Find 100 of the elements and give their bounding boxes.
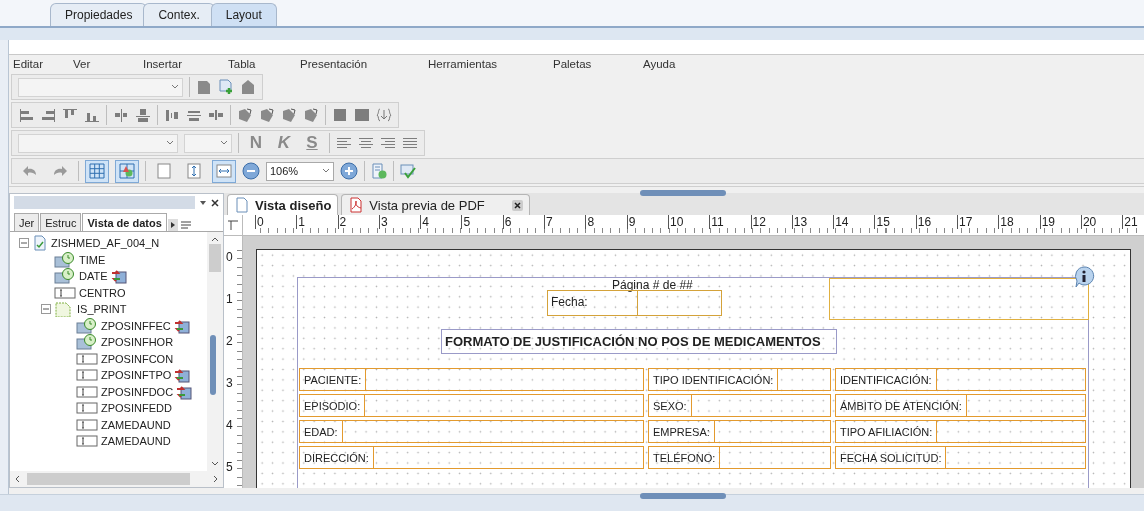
- align-right-icon[interactable]: [380, 135, 396, 151]
- scroll-down-icon[interactable]: [211, 461, 219, 467]
- add-document-icon[interactable]: [218, 79, 234, 95]
- resize-icon[interactable]: [303, 107, 319, 123]
- dropdown-caret-icon[interactable]: [220, 140, 228, 146]
- tree-item[interactable]: ZPOSINFDOC: [101, 385, 174, 398]
- zoom-in-icon[interactable]: [340, 162, 358, 180]
- form-field[interactable]: TIPO AFILIACIÓN:: [835, 420, 1086, 443]
- splitter-handle[interactable]: [640, 190, 726, 196]
- menu-item[interactable]: Ayuda: [643, 58, 703, 70]
- menu-item[interactable]: Insertar: [143, 58, 228, 70]
- field-label: FECHA SOLICITUD:: [836, 447, 947, 468]
- scrollbar-thumb[interactable]: [27, 473, 190, 485]
- justify-icon[interactable]: [402, 135, 418, 151]
- spellcheck-icon[interactable]: [400, 163, 416, 179]
- tab[interactable]: Layout: [210, 3, 277, 26]
- scroll-up-icon[interactable]: [211, 236, 219, 242]
- menu-item[interactable]: Tabla: [228, 58, 300, 70]
- dropdown-caret-icon[interactable]: [171, 84, 179, 90]
- redo-icon: [52, 163, 68, 179]
- toolbar-button[interactable]: [212, 159, 236, 183]
- collapse-icon[interactable]: [19, 238, 29, 249]
- field-label: EPISODIO:: [300, 395, 366, 416]
- form-field[interactable]: IDENTIFICACIÓN:: [835, 368, 1086, 391]
- tree-item[interactable]: DATE: [79, 270, 108, 283]
- info-icon[interactable]: [1072, 265, 1096, 289]
- brace-arrow-icon[interactable]: [376, 107, 392, 123]
- tab[interactable]: Estruc: [40, 213, 82, 231]
- align-left-icon[interactable]: [18, 107, 34, 123]
- splitter-handle[interactable]: [210, 335, 216, 395]
- zoom-out-icon[interactable]: [242, 162, 260, 180]
- tab[interactable]: Vista de datos: [82, 213, 167, 231]
- form-field[interactable]: TELÉFONO:: [648, 446, 831, 469]
- center-horizontal-icon[interactable]: [113, 107, 129, 123]
- tree-item[interactable]: ZPOSINFTPO: [101, 369, 172, 382]
- scroll-right-icon[interactable]: [167, 219, 178, 231]
- ruler-number: 3: [378, 215, 421, 229]
- toolbar-button[interactable]: [115, 159, 139, 183]
- resize-icon[interactable]: [281, 107, 297, 123]
- menu-item[interactable]: Editar: [13, 58, 73, 70]
- menu-item[interactable]: Ver: [73, 58, 143, 70]
- close-icon[interactable]: [211, 198, 219, 207]
- collapse-icon[interactable]: [41, 304, 51, 315]
- scroll-left-icon[interactable]: [14, 475, 20, 483]
- tree-item[interactable]: ZAMEDAUND: [101, 418, 171, 431]
- field-label: TIPO IDENTIFICACIÓN:: [649, 369, 779, 390]
- tree-item[interactable]: TIME: [79, 253, 106, 266]
- zoom-field[interactable]: 106%: [266, 161, 334, 181]
- align-left-icon[interactable]: [336, 135, 352, 151]
- form-field[interactable]: SEXO:: [648, 394, 831, 417]
- panel-menu-icon[interactable]: [199, 198, 207, 207]
- tab[interactable]: Vista diseño: [227, 194, 339, 215]
- tab[interactable]: Jer: [14, 213, 40, 231]
- form-field[interactable]: DIRECCIÓN:: [299, 446, 644, 469]
- scroll-right-icon[interactable]: [213, 475, 219, 483]
- distribute-horizontal-icon[interactable]: [164, 107, 180, 123]
- page-icon: [234, 197, 250, 213]
- scrollbar-thumb[interactable]: [209, 244, 221, 272]
- tab[interactable]: Vista previa de PDF: [341, 194, 530, 215]
- menu-item[interactable]: Herramientas: [428, 58, 553, 70]
- tree-item[interactable]: IS_PRINT: [77, 303, 127, 316]
- form-field[interactable]: FECHA SOLICITUD:: [835, 446, 1086, 469]
- document-icon[interactable]: [196, 79, 212, 95]
- square-icon[interactable]: [332, 107, 348, 123]
- field-icon: [76, 416, 98, 433]
- dropdown-caret-icon[interactable]: [322, 168, 330, 174]
- tree-item[interactable]: ZPOSINFEDD: [101, 402, 172, 415]
- date-field[interactable]: Fecha:: [547, 290, 722, 316]
- form-field[interactable]: EMPRESA:: [648, 420, 831, 443]
- field-label: ÁMBITO DE ATENCIÓN:: [836, 395, 967, 416]
- scrollbar[interactable]: [10, 471, 223, 487]
- form-field[interactable]: TIPO IDENTIFICACIÓN:: [648, 368, 831, 391]
- dropdown-caret-icon[interactable]: [166, 140, 174, 146]
- tree-item[interactable]: ZPOSINFCON: [101, 352, 174, 365]
- ruler-number: 2: [337, 215, 379, 229]
- form-field[interactable]: ÁMBITO DE ATENCIÓN:: [835, 394, 1086, 417]
- form-field[interactable]: PACIENTE:: [299, 368, 644, 391]
- close-icon[interactable]: [511, 199, 523, 211]
- tree-item[interactable]: ZPOSINFFEC: [101, 319, 171, 332]
- tree-item[interactable]: ZAMEDAUND: [101, 435, 171, 448]
- tree-item[interactable]: ZPOSINFHOR: [101, 336, 174, 349]
- tree-item[interactable]: CENTRO: [79, 286, 126, 299]
- menu-item[interactable]: Paletas: [553, 58, 643, 70]
- toolbar-button[interactable]: [85, 159, 109, 183]
- splitter-handle[interactable]: [640, 493, 726, 499]
- align-center-icon[interactable]: [358, 135, 374, 151]
- form-field[interactable]: EPISODIO:: [299, 394, 644, 417]
- menu-item[interactable]: Presentación: [300, 58, 428, 70]
- space-evenly-icon[interactable]: [208, 107, 224, 123]
- form-field[interactable]: EDAD:: [299, 420, 644, 443]
- ruler-number: 7: [544, 215, 586, 229]
- center-vertical-icon[interactable]: [135, 107, 151, 123]
- align-right-icon[interactable]: [40, 107, 56, 123]
- square-icon[interactable]: [354, 107, 370, 123]
- tree-item[interactable]: ZISHMED_AF_004_N: [51, 237, 160, 250]
- resize-icon[interactable]: [259, 107, 275, 123]
- field-icon: [76, 350, 98, 367]
- scrollbar[interactable]: [207, 232, 223, 471]
- help-document-icon[interactable]: [371, 163, 387, 179]
- resize-icon[interactable]: [237, 107, 253, 123]
